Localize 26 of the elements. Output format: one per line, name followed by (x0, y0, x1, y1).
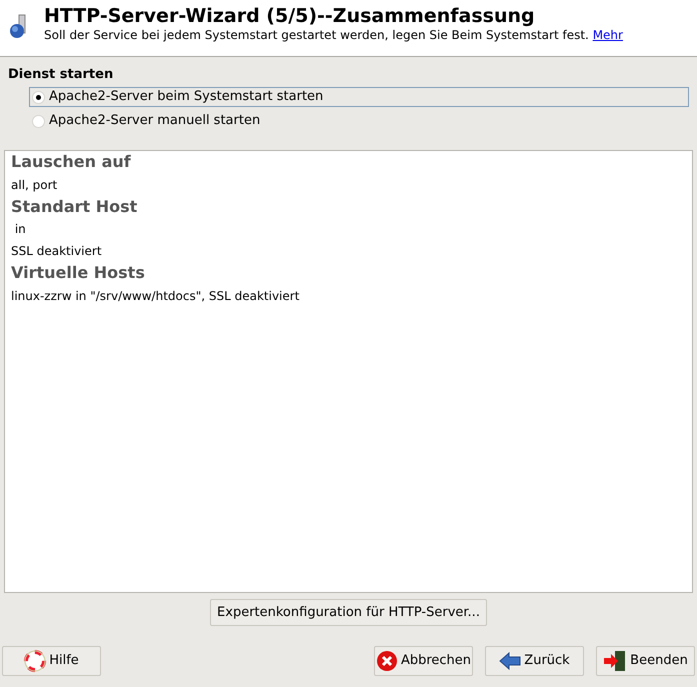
group-label: Dienst starten (7, 66, 114, 84)
option-label: Apache2-Server beim Systemstart starten (49, 88, 324, 106)
wizard-title: HTTP-Server-Wizard (5/5)--Zusammenfassung (44, 5, 536, 27)
summary-text: all, port (11, 178, 58, 192)
summary-text: in (14, 222, 26, 236)
abort-button[interactable]: Abbrechen (374, 646, 473, 676)
section-heading: Virtuelle Hosts (11, 263, 145, 282)
summary-text: linux-zzrw in "/srv/www/htdocs", SSL deaktiviert (11, 288, 300, 302)
section-heading: Lauschen auf (11, 152, 131, 171)
help-button[interactable]: Hilfe (2, 646, 101, 676)
radio-icon[interactable] (32, 90, 45, 104)
radio-option[interactable]: Apache2-Server manuell starten (29, 111, 262, 131)
radio-icon[interactable] (32, 114, 45, 128)
lifebuoy-icon (24, 650, 46, 672)
more-link[interactable]: Mehr (592, 28, 623, 42)
finish-button[interactable]: Beenden (596, 646, 695, 676)
back-arrow-icon (499, 651, 522, 671)
exit-door-icon (603, 650, 628, 672)
back-button[interactable]: Zurück (485, 646, 584, 676)
description-text: Soll der Service bei jedem Systemstart gestartet werden, legen Sie Beim Systemstart fest. Mehr (44, 27, 623, 43)
section-heading: Standart Host (11, 196, 138, 216)
summary-text: SSL deaktiviert (11, 244, 102, 258)
expert-config-button[interactable]: Expertenkonfiguration für HTTP-Server... (210, 599, 487, 626)
radio-option[interactable]: Apache2-Server beim Systemstart starten (29, 87, 689, 107)
option-label: Apache2-Server manuell starten (49, 112, 260, 130)
cancel-icon (376, 650, 398, 672)
